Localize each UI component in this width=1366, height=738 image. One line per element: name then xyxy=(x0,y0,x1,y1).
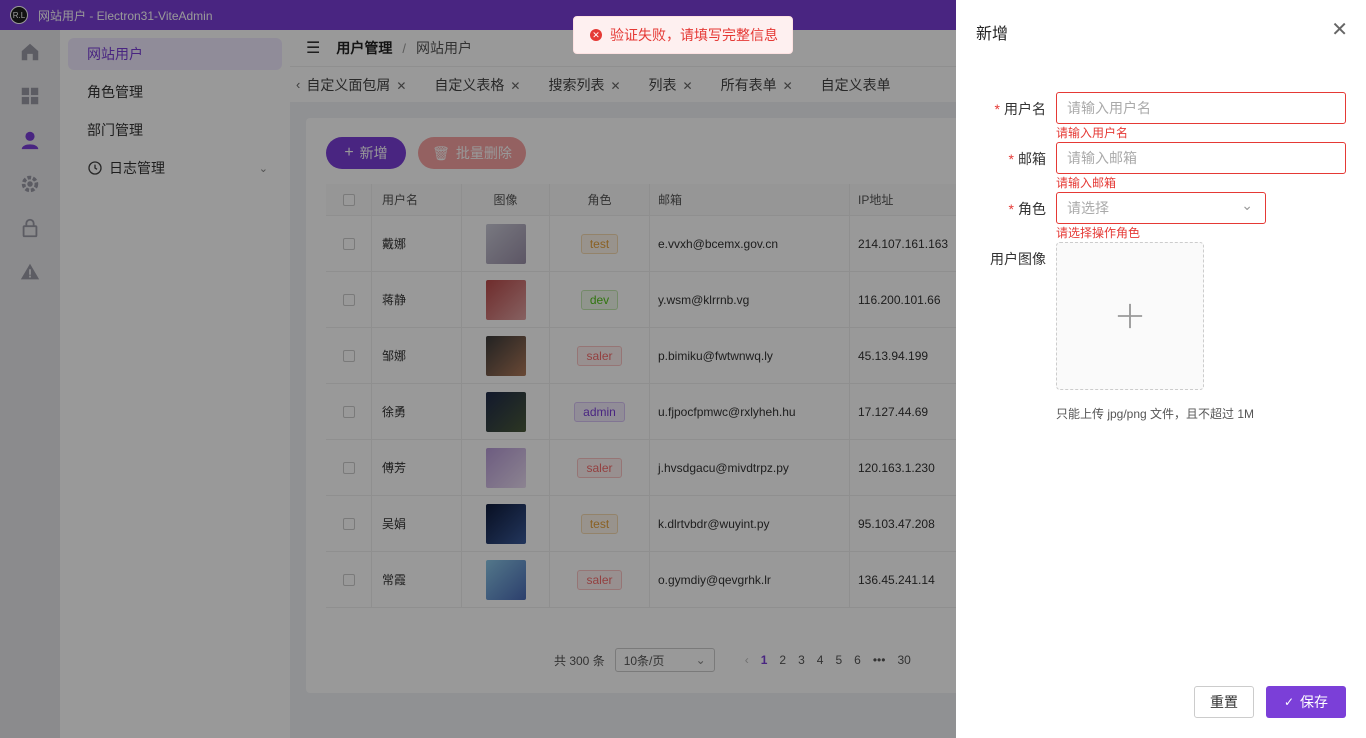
reset-button[interactable]: 重置 xyxy=(1194,686,1254,718)
email-placeholder: 请输入邮箱 xyxy=(1067,150,1137,166)
avatar-label: 用户图像 xyxy=(956,249,1046,269)
chevron-down-icon: ⌄ xyxy=(1241,197,1253,213)
role-error: 请选择操作角色 xyxy=(1056,226,1141,240)
close-icon[interactable]: ✕ xyxy=(1331,20,1348,40)
avatar-upload[interactable] xyxy=(1056,242,1204,390)
username-label-text: 用户名 xyxy=(1004,101,1046,117)
avatar-label-text: 用户图像 xyxy=(990,251,1046,267)
add-user-drawer: 新增 ✕ * 用户名 请输入用户名 请输入用户名 * 邮箱 请输入邮箱 请输入邮箱 … xyxy=(956,0,1366,738)
email-label: * 邮箱 xyxy=(956,149,1046,169)
plus-icon xyxy=(1117,303,1143,329)
save-icon: ✓ xyxy=(1283,695,1295,709)
role-label: * 角色 xyxy=(956,199,1046,219)
required-mark: * xyxy=(994,101,1000,117)
required-mark: * xyxy=(1008,151,1014,167)
email-error: 请输入邮箱 xyxy=(1056,176,1117,190)
role-label-text: 角色 xyxy=(1018,201,1046,217)
role-placeholder: 请选择 xyxy=(1067,200,1109,216)
email-input[interactable]: 请输入邮箱 xyxy=(1056,142,1346,174)
save-button[interactable]: ✓ 保存 xyxy=(1266,686,1346,718)
email-label-text: 邮箱 xyxy=(1018,151,1046,167)
drawer-title: 新增 xyxy=(976,26,1009,43)
required-mark: * xyxy=(1008,201,1014,217)
username-label: * 用户名 xyxy=(956,99,1046,119)
error-icon: ✕ xyxy=(590,29,602,41)
username-input[interactable]: 请输入用户名 xyxy=(1056,92,1346,124)
app-window: R.L 网站用户 - Electron31-ViteAdmin 网站用户 角色管… xyxy=(0,0,1366,738)
save-button-label: 保存 xyxy=(1300,694,1329,710)
toast-message: 验证失败，请填写完整信息 xyxy=(610,27,778,43)
username-error: 请输入用户名 xyxy=(1056,126,1129,140)
role-select[interactable]: 请选择 ⌄ xyxy=(1056,192,1266,224)
upload-tip: 只能上传 jpg/png 文件，且不超过 1M xyxy=(1056,407,1255,421)
username-placeholder: 请输入用户名 xyxy=(1067,100,1151,116)
error-toast: ✕ 验证失败，请填写完整信息 xyxy=(573,16,793,54)
